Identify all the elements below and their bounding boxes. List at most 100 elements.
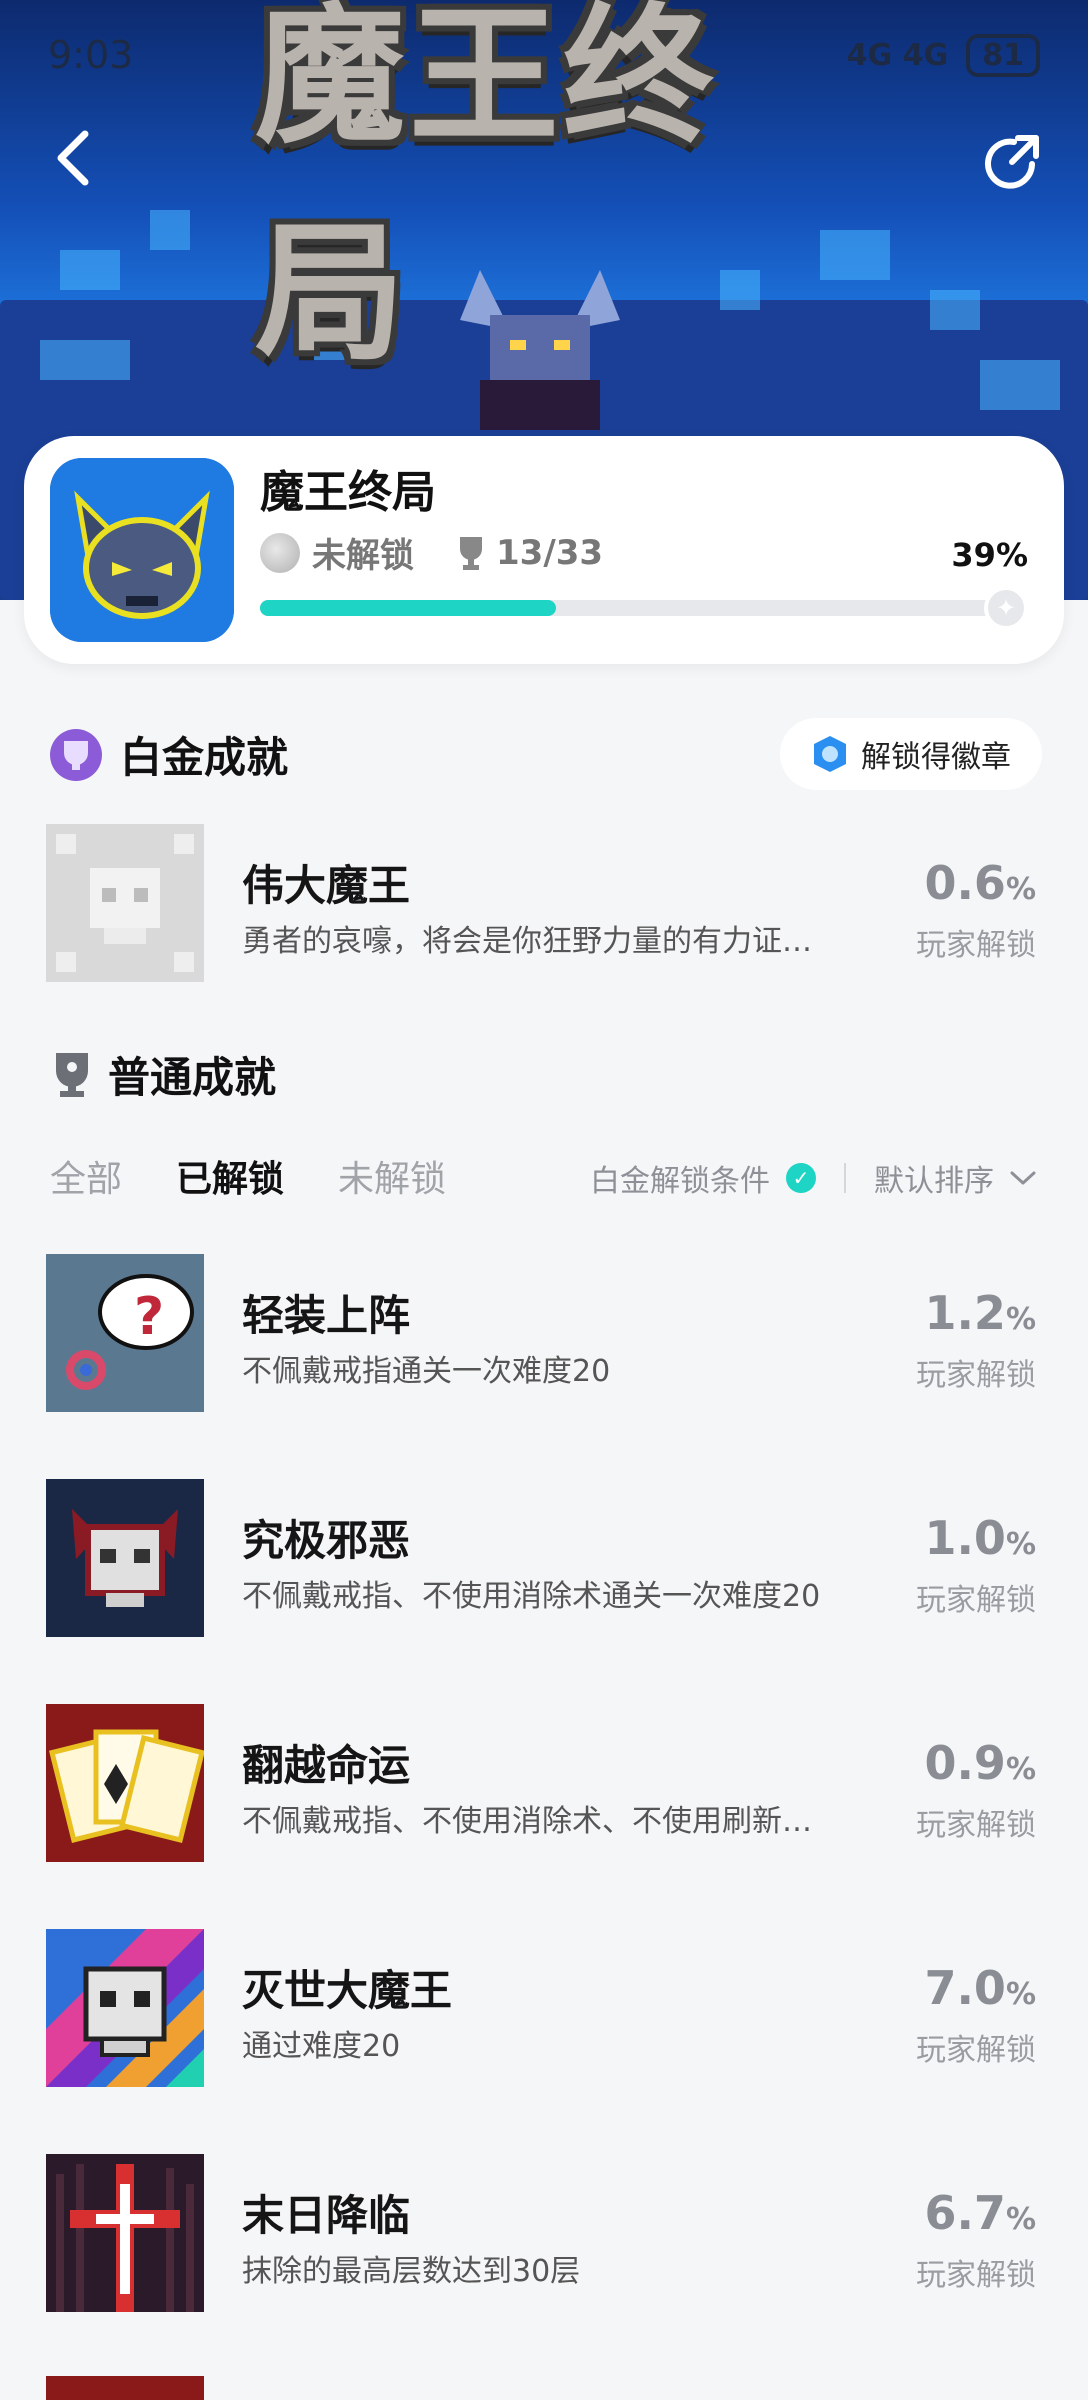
achievement-title: 翻越命运 — [242, 1741, 411, 1790]
achievement-description: 通过难度20 — [242, 2029, 401, 2064]
status-icons: 4G 4G 81 — [846, 33, 1040, 77]
platinum-condition-filter[interactable]: 白金解锁条件 — [590, 1156, 770, 1200]
unlock-rate: 0.6% — [924, 856, 1036, 910]
unlock-rate-value: 0.9 — [924, 1736, 1006, 1790]
rainbow-skull-icon — [46, 1929, 204, 2087]
unlock-rate-label: 玩家解锁 — [916, 1583, 1036, 1618]
trophy-icon — [56, 1052, 88, 1097]
achievement-description: 不佩戴戒指、不使用消除术、不使用刷新… — [242, 1804, 812, 1839]
game-icon — [50, 458, 234, 642]
progress-fill — [260, 600, 557, 616]
tab-locked[interactable]: 未解锁 — [338, 1150, 446, 1202]
achievement-tabs: 全部 已解锁 未解锁 — [50, 1150, 446, 1202]
filter-row: 白金解锁条件 ✓ 默认排序 — [590, 1156, 1036, 1200]
unlock-rate-label: 玩家解锁 — [916, 1808, 1036, 1843]
unlock-rate-value: 1.0 — [924, 1511, 1006, 1565]
battery-icon: 81 — [966, 33, 1040, 77]
list-item[interactable] — [46, 2376, 1046, 2400]
unlock-rate-unit: % — [1005, 1302, 1036, 1337]
achievement-title: 灭世大魔王 — [242, 1966, 453, 2015]
divider — [844, 1163, 846, 1193]
tab-all[interactable]: 全部 — [50, 1150, 122, 1202]
completion-progress-bar: ✦ — [260, 586, 1028, 630]
list-item[interactable]: 灭世大魔王 通过难度20 7.0% 玩家解锁 — [46, 1929, 1046, 2087]
clock: 9:03 — [48, 33, 134, 77]
platinum-trophy-icon — [50, 728, 102, 781]
skull-icon — [46, 824, 204, 982]
game-summary-card[interactable]: 魔王终局 未解锁 13/33 39% ✦ — [24, 436, 1064, 664]
unlock-rate-unit: % — [1005, 1752, 1036, 1787]
completion-percent: 39% — [951, 536, 1028, 574]
achievement-description: 不佩戴戒指、不使用消除术通关一次难度20 — [242, 1579, 821, 1614]
achievement-description: 不佩戴戒指通关一次难度20 — [242, 1354, 611, 1389]
back-button[interactable] — [48, 128, 98, 188]
hero-title: 魔王终局 — [255, 0, 718, 381]
trophy-icon — [460, 536, 482, 570]
list-item[interactable]: ? 轻装上阵 不佩戴戒指通关一次难度20 1.2% 玩家解锁 — [46, 1254, 1046, 1412]
cross-icon — [46, 2154, 204, 2312]
unlock-rate-value: 6.7 — [924, 2186, 1006, 2240]
list-item[interactable]: 伟大魔王 勇者的哀嚎，将会是你狂野力量的有力证… 0.6% 玩家解锁 — [46, 824, 1046, 982]
chevron-left-icon — [57, 130, 89, 186]
badge-icon — [814, 736, 846, 772]
achievement-image — [46, 2376, 204, 2400]
check-icon[interactable]: ✓ — [786, 1163, 816, 1193]
unlock-badge-label: 解锁得徽章 — [861, 740, 1011, 775]
achievement-image: ? — [46, 1254, 204, 1412]
unlock-rate-value: 7.0 — [924, 1961, 1006, 2015]
achievement-image — [46, 824, 204, 982]
svg-text:?: ? — [134, 1287, 164, 1347]
evil-skull-icon — [46, 1479, 204, 1637]
sort-dropdown[interactable]: 默认排序 — [874, 1156, 994, 1200]
cards-icon — [46, 1704, 204, 1862]
trophy-progress: 13/33 — [496, 532, 604, 573]
achievement-image — [46, 1479, 204, 1637]
unlock-rate-unit: % — [1005, 2202, 1036, 2237]
ring-question-icon: ? — [46, 1254, 204, 1412]
achievement-title: 伟大魔王 — [242, 861, 411, 910]
normal-section-header: 普通成就 — [52, 1044, 276, 1105]
unlock-badge-button[interactable]: 解锁得徽章 — [780, 718, 1042, 790]
share-button[interactable] — [980, 130, 1044, 194]
unlock-rate-label: 玩家解锁 — [916, 2033, 1036, 2068]
achievement-image — [46, 2154, 204, 2312]
game-name: 魔王终局 — [260, 467, 436, 518]
unlock-rate-label: 玩家解锁 — [916, 2258, 1036, 2293]
achievement-description: 勇者的哀嚎，将会是你狂野力量的有力证… — [242, 924, 812, 959]
unlock-rate-label: 玩家解锁 — [916, 1358, 1036, 1393]
platinum-endpoint-icon: ✦ — [984, 586, 1028, 630]
status-bar: 9:03 4G 4G 81 — [0, 0, 1088, 110]
unlock-rate-unit: % — [1005, 872, 1036, 907]
unlock-rate-label: 玩家解锁 — [916, 928, 1036, 963]
unlock-status-row: 未解锁 13/33 — [260, 528, 603, 577]
medal-icon — [260, 532, 300, 573]
demon-lord-art — [460, 270, 620, 430]
unlock-rate: 6.7% — [924, 2186, 1036, 2240]
list-item[interactable]: 翻越命运 不佩戴戒指、不使用消除术、不使用刷新… 0.9% 玩家解锁 — [46, 1704, 1046, 1862]
unlock-rate: 0.9% — [924, 1736, 1036, 1790]
list-item[interactable]: 究极邪恶 不佩戴戒指、不使用消除术通关一次难度20 1.0% 玩家解锁 — [46, 1479, 1046, 1637]
share-icon — [985, 135, 1039, 189]
signal-indicators: 4G 4G — [846, 37, 949, 73]
unlock-rate-value: 1.2 — [924, 1286, 1006, 1340]
platinum-section-title: 白金成就 — [120, 733, 289, 782]
achievement-image — [46, 1704, 204, 1862]
tab-unlocked[interactable]: 已解锁 — [176, 1150, 284, 1202]
unlock-rate: 7.0% — [924, 1961, 1036, 2015]
chevron-down-icon[interactable] — [1010, 1170, 1036, 1186]
list-item[interactable]: 末日降临 抹除的最高层数达到30层 6.7% 玩家解锁 — [46, 2154, 1046, 2312]
achievement-title: 末日降临 — [242, 2191, 411, 2240]
trophy-count: 13/33 — [456, 533, 603, 573]
achievement-image — [46, 1929, 204, 2087]
demon-icon — [50, 458, 234, 642]
unlock-rate: 1.0% — [924, 1511, 1036, 1565]
lock-status: 未解锁 — [312, 536, 414, 576]
unlock-rate-unit: % — [1005, 1527, 1036, 1562]
achievement-description: 抹除的最高层数达到30层 — [242, 2254, 581, 2289]
unlock-rate: 1.2% — [924, 1286, 1036, 1340]
platinum-section-header: 白金成就 — [48, 724, 288, 785]
achievement-title: 究极邪恶 — [242, 1516, 411, 1565]
normal-section-title: 普通成就 — [108, 1053, 277, 1102]
unlock-rate-unit: % — [1005, 1977, 1036, 2012]
unlock-rate-value: 0.6 — [924, 856, 1006, 910]
